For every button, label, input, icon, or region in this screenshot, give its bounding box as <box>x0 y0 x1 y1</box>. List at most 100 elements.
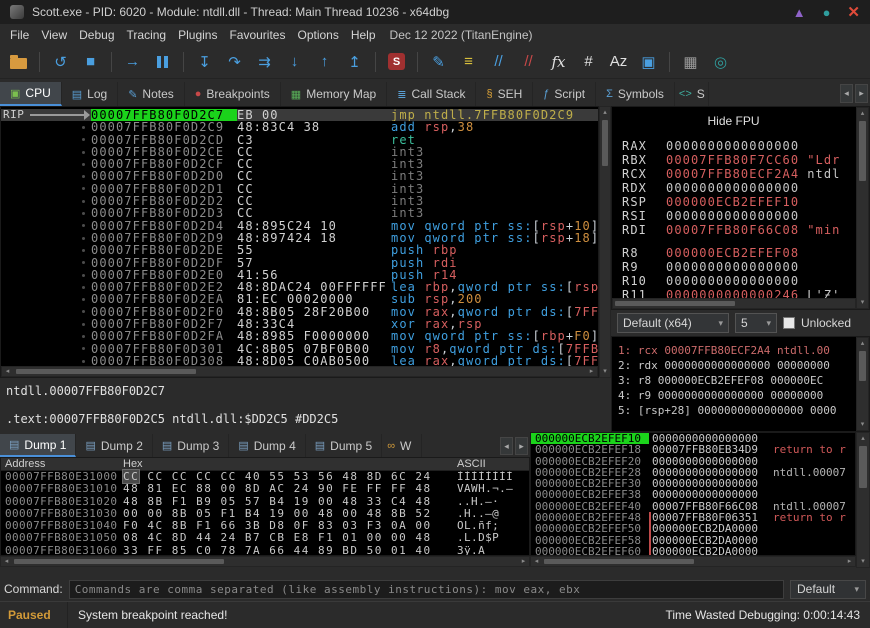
breakpoint-dot[interactable] <box>82 286 85 289</box>
unlocked-checkbox[interactable] <box>783 317 795 329</box>
scroll-thumb[interactable] <box>14 559 224 564</box>
menu-debug[interactable]: Debug <box>73 26 120 44</box>
breakpoint-dot[interactable] <box>82 224 85 227</box>
menu-help[interactable]: Help <box>345 26 382 44</box>
breakpoint-dot[interactable] <box>82 310 85 313</box>
breakpoint-dot[interactable] <box>82 163 85 166</box>
menu-options[interactable]: Options <box>291 26 344 44</box>
breakpoint-dot[interactable] <box>82 237 85 240</box>
tab-script[interactable]: ƒScript <box>533 82 596 106</box>
go-up-button[interactable]: ↑ <box>311 49 338 75</box>
disasm-row[interactable]: 00007FFB80F0D2DF57push rdi <box>1 257 598 269</box>
scroll-thumb[interactable] <box>859 351 866 381</box>
menu-plugins[interactable]: Plugins <box>172 26 223 44</box>
scroll-left-icon[interactable]: ◂ <box>531 557 542 566</box>
scroll-left-icon[interactable]: ◂ <box>2 367 13 376</box>
expression-function-button[interactable]: fx <box>545 49 572 75</box>
scroll-thumb[interactable] <box>16 369 196 374</box>
hash-button[interactable]: # <box>575 49 602 75</box>
scroll-thumb[interactable] <box>859 121 866 181</box>
step-into-button[interactable]: ↧ <box>191 49 218 75</box>
argument-row[interactable]: 2: rdx 0000000000000000 00000000 <box>612 358 855 373</box>
dump-hscrollbar[interactable]: ◂ ▸ <box>0 556 530 567</box>
tab-log[interactable]: ▤Log <box>62 82 118 106</box>
breakpoint-dot[interactable] <box>82 200 85 203</box>
dump-row[interactable]: 00007FFB80E3101048 81 EC 88 00 8D AC 24 … <box>1 483 529 495</box>
scroll-down-icon[interactable]: ▾ <box>857 297 868 308</box>
tab-symbols[interactable]: ΣSymbols <box>596 82 675 106</box>
disasm-row[interactable]: 00007FFB80F0D2C948:83C4 38add rsp,38 <box>1 121 598 133</box>
breakpoint-dot[interactable] <box>82 138 85 141</box>
tab-seh[interactable]: §SEH <box>476 82 533 106</box>
arguments-vscrollbar[interactable]: ▴ ▾ <box>856 337 869 431</box>
stack-row[interactable]: 000000ECB2EFEF60000000ECB2DA0000 <box>531 546 855 556</box>
stack-row[interactable]: 000000ECB2EFEF1800007FFB80EB34D9return t… <box>531 444 855 455</box>
register-row[interactable]: RAX0000000000000000 <box>612 139 855 153</box>
tab-watch[interactable]: ∞W <box>382 434 422 457</box>
argument-row[interactable]: 1: rcx 00007FFB80ECF2A4 ntdll.00 <box>612 343 855 358</box>
patch-button[interactable]: ✎ <box>425 49 452 75</box>
highlighting-mode-button[interactable]: // <box>485 49 512 75</box>
globe-button[interactable]: ◎ <box>707 49 734 75</box>
scroll-right-icon[interactable]: ▸ <box>518 557 529 566</box>
scylla-button[interactable]: S <box>383 49 410 75</box>
tab-scroll-right-icon[interactable]: ▸ <box>515 437 528 455</box>
scroll-up-icon[interactable]: ▴ <box>857 433 869 444</box>
breakpoint-dot[interactable] <box>82 212 85 215</box>
tab-notes[interactable]: ✎Notes <box>118 82 185 106</box>
stack-hscrollbar[interactable]: ◂ ▸ <box>530 556 856 567</box>
disasm-row[interactable]: 00007FFB80F0D2D0CCint3 <box>1 170 598 182</box>
register-row[interactable]: RSP000000ECB2EFEF10 <box>612 195 855 209</box>
comment-button[interactable]: ≡ <box>455 49 482 75</box>
tab-call-stack[interactable]: ≣Call Stack <box>387 82 476 106</box>
breakpoint-dot[interactable] <box>82 151 85 154</box>
tab-scroll-left-icon[interactable]: ◂ <box>500 437 513 455</box>
command-input[interactable] <box>69 580 784 599</box>
scroll-down-icon[interactable]: ▾ <box>857 556 869 567</box>
restart-button[interactable]: ↺ <box>47 49 74 75</box>
pause-button[interactable] <box>149 49 176 75</box>
trace-into-button[interactable]: ⇉ <box>251 49 278 75</box>
tab-dump-5[interactable]: ▤Dump 5 <box>306 434 382 457</box>
close-icon[interactable]: ✕ <box>847 5 860 20</box>
dump-row[interactable]: 00007FFB80E3106033 FF 85 C0 78 7A 66 44 … <box>1 545 529 556</box>
stack-vscrollbar[interactable]: ▴ ▾ <box>856 432 870 568</box>
disassembly-hscrollbar[interactable]: ◂ ▸ <box>1 366 598 377</box>
breakpoint-dot[interactable] <box>82 298 85 301</box>
register-row[interactable]: R90000000000000000 <box>612 260 855 274</box>
scroll-right-icon[interactable]: ▸ <box>844 557 855 566</box>
register-row[interactable]: R8000000ECB2EFEF08 <box>612 246 855 260</box>
breakpoint-dot[interactable] <box>82 335 85 338</box>
registers-hscrollbar[interactable] <box>612 298 856 309</box>
tab-memory-map[interactable]: ▦Memory Map <box>281 82 387 106</box>
notify-triangle-icon[interactable]: ▲ <box>793 6 806 19</box>
tab-cpu[interactable]: ▣CPU <box>0 82 62 106</box>
scroll-thumb[interactable] <box>544 559 694 564</box>
status-circle-icon[interactable]: ● <box>823 6 831 19</box>
scroll-thumb[interactable] <box>859 446 867 488</box>
argument-row[interactable]: 3: r8 000000ECB2EFEF08 000000EC <box>612 373 855 388</box>
menu-favourites[interactable]: Favourites <box>223 26 291 44</box>
scroll-down-icon[interactable]: ▾ <box>600 366 610 377</box>
breakpoint-dot[interactable] <box>82 261 85 264</box>
command-profile-select[interactable]: Default ▾ <box>790 580 866 599</box>
breakpoint-dot[interactable] <box>82 360 85 363</box>
scroll-up-icon[interactable]: ▴ <box>857 338 868 349</box>
stop-button[interactable]: ■ <box>77 49 104 75</box>
run-button[interactable]: → <box>119 49 146 75</box>
menu-tracing[interactable]: Tracing <box>121 26 173 44</box>
calculator-button[interactable]: ▦ <box>677 49 704 75</box>
stack-row[interactable]: 000000ECB2EFEF50000000ECB2DA0000 <box>531 523 855 534</box>
registers-vscrollbar[interactable]: ▴ ▾ <box>856 107 869 309</box>
az-button[interactable]: Az <box>605 49 632 75</box>
menu-view[interactable]: View <box>35 26 73 44</box>
breakpoint-dot[interactable] <box>82 249 85 252</box>
disassembly-vscrollbar[interactable]: ▴ ▾ <box>599 106 611 378</box>
selected-byte[interactable]: CC <box>123 470 139 483</box>
register-row[interactable]: RSI0000000000000000 <box>612 209 855 223</box>
tab-scroll-right-icon[interactable]: ▸ <box>855 84 868 103</box>
scroll-up-icon[interactable]: ▴ <box>857 108 868 119</box>
tab-dump-3[interactable]: ▤Dump 3 <box>153 434 229 457</box>
tab-dump-1[interactable]: ▤Dump 1 <box>0 434 76 457</box>
register-row[interactable]: RCX00007FFB80ECF2A4ntdl <box>612 167 855 181</box>
